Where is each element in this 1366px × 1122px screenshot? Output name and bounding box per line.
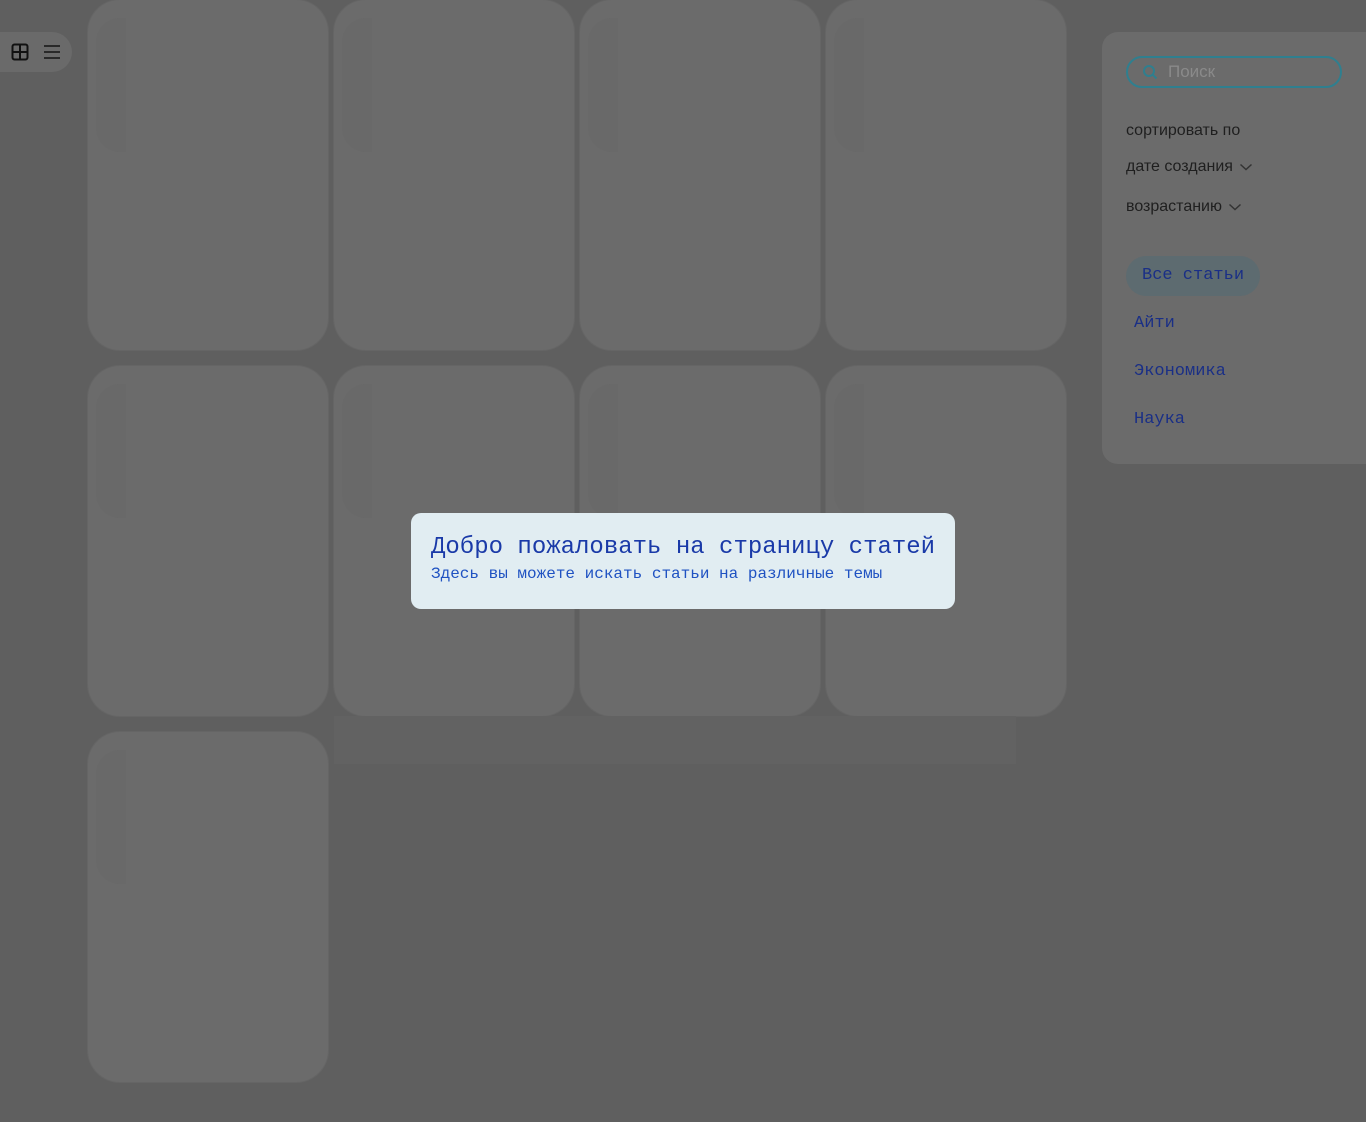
chevron-down-icon (1228, 203, 1242, 211)
list-view-button[interactable] (40, 40, 64, 64)
article-card[interactable] (580, 0, 820, 350)
card-image-placeholder (588, 384, 618, 518)
sort-field-value: дате создания (1126, 158, 1233, 175)
sort-order-value: возрастанию (1126, 198, 1222, 215)
filters-sidebar: сортировать по дате создания возрастанию… (1102, 32, 1366, 464)
article-card[interactable] (826, 0, 1066, 350)
tab-economics[interactable]: Экономика (1126, 352, 1234, 392)
tab-science[interactable]: Наука (1126, 400, 1193, 440)
article-card[interactable] (88, 732, 328, 1082)
list-view-icon (44, 45, 60, 59)
card-image-placeholder (342, 384, 372, 518)
card-image-placeholder (342, 18, 372, 152)
sort-order-select[interactable]: возрастанию (1126, 198, 1242, 216)
view-toggle (0, 32, 72, 72)
search-icon (1143, 65, 1158, 80)
sort-field-select[interactable]: дате создания (1126, 158, 1253, 176)
sort-label: сортировать по (1126, 122, 1241, 139)
article-card[interactable] (334, 0, 574, 350)
card-image-placeholder (834, 384, 864, 518)
card-image-placeholder (96, 750, 126, 884)
loading-placeholder (334, 716, 1016, 764)
card-image-placeholder (96, 18, 126, 152)
search-box[interactable] (1126, 56, 1342, 88)
grid-view-icon (11, 43, 29, 61)
articles-page: сортировать по дате создания возрастанию… (0, 0, 1366, 1122)
card-image-placeholder (834, 18, 864, 152)
chevron-down-icon (1239, 163, 1252, 171)
search-input[interactable] (1166, 61, 1330, 83)
tab-all-articles[interactable]: Все статьи (1126, 256, 1261, 296)
grid-view-button[interactable] (8, 40, 32, 64)
article-card[interactable] (88, 366, 328, 716)
card-image-placeholder (96, 384, 126, 518)
category-tabs: Все статьи Айти Экономика Наука (1126, 256, 1261, 448)
tab-it[interactable]: Айти (1126, 304, 1183, 344)
welcome-title: Добро пожаловать на страницу статей (431, 534, 936, 561)
welcome-subtitle: Здесь вы можете искать статьи на различн… (431, 565, 883, 583)
welcome-notice: Добро пожаловать на страницу статей Здес… (411, 513, 955, 609)
article-card[interactable] (88, 0, 328, 350)
card-image-placeholder (588, 18, 618, 152)
